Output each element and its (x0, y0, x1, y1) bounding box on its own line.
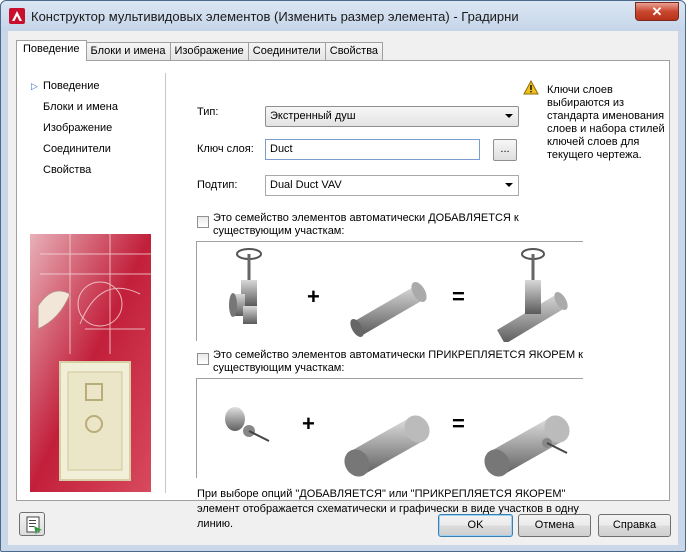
dialog-window: Конструктор мультивидовых элементов (Изм… (0, 0, 686, 552)
current-step-arrow-icon: ▷ (31, 81, 38, 91)
nav-item-label: Изображение (43, 122, 113, 134)
subtype-label: Подтип: (197, 179, 238, 191)
subtype-dropdown[interactable]: Dual Duct VAV (265, 175, 519, 196)
nav-item-image[interactable]: Изображение (31, 118, 118, 139)
chevron-down-icon (505, 114, 513, 118)
add-to-segments-label: Это семейство элементов автоматически ДО… (213, 212, 519, 237)
anchor-diagram: + = (225, 407, 570, 477)
type-dropdown-value: Экстренный душ (270, 110, 356, 122)
equals-sign: = (452, 284, 465, 309)
pipe-segment-icon (350, 282, 427, 338)
tab-image[interactable]: Изображение (169, 42, 249, 61)
tab-behavior[interactable]: Поведение (16, 40, 87, 61)
ok-button[interactable]: OK (438, 514, 513, 537)
nav-item-connectors[interactable]: Соединители (31, 139, 118, 160)
autocad-logo-icon (9, 8, 25, 24)
nav-item-label: Свойства (43, 164, 92, 176)
add-illustration-panel: + = (196, 241, 583, 344)
tab-panel: ▷ Поведение Блоки и имена Изображение Со… (16, 60, 670, 530)
sidebar-illustration (30, 234, 151, 492)
warning-icon (523, 80, 539, 95)
cancel-button[interactable]: Отмена (518, 514, 591, 537)
add-to-segments-checkbox[interactable] (197, 216, 209, 228)
plus-sign: + (307, 284, 320, 309)
anchor-to-segments-checkbox[interactable] (197, 353, 209, 365)
equals-sign: = (452, 411, 465, 436)
valve-add-diagram: + = (229, 248, 568, 344)
nav-item-properties[interactable]: Свойства (31, 160, 118, 181)
window-title: Конструктор мультивидовых элементов (Изм… (31, 9, 519, 24)
nav-item-label: Блоки и имена (43, 101, 118, 113)
damper-in-duct-icon (484, 415, 570, 477)
subtype-dropdown-value: Dual Duct VAV (270, 179, 342, 191)
layer-key-input[interactable]: Duct (265, 139, 480, 160)
plus-sign: + (302, 411, 315, 436)
anchor-illustration-panel: + = (196, 378, 583, 478)
help-button[interactable]: Справка (598, 514, 671, 537)
layer-key-value: Duct (270, 143, 293, 155)
chevron-down-icon (505, 183, 513, 187)
nav-item-blocks-names[interactable]: Блоки и имена (31, 97, 118, 118)
nav-item-label: Соединители (43, 143, 111, 155)
title-bar[interactable]: Конструктор мультивидовых элементов (Изм… (1, 1, 685, 31)
damper-icon (225, 407, 270, 442)
type-dropdown[interactable]: Экстренный душ (265, 106, 519, 127)
nav-item-label: Поведение (43, 80, 100, 92)
dialog-client: Поведение Блоки и имена Изображение Соед… (8, 31, 678, 545)
duct-segment-icon (344, 415, 430, 477)
type-label: Тип: (197, 106, 219, 118)
nav-item-behavior[interactable]: ▷ Поведение (31, 76, 118, 97)
help-document-icon (26, 516, 42, 535)
valve-on-pipe-icon (497, 248, 568, 344)
anchor-to-segments-label: Это семейство элементов автоматически ПР… (213, 349, 583, 374)
tab-blocks-names[interactable]: Блоки и имена (85, 42, 171, 61)
layer-key-info-text: Ключи слоев выбираются из стандарта имен… (547, 84, 665, 161)
valve-icon (229, 248, 262, 324)
tab-strip: Поведение Блоки и имена Изображение Соед… (16, 40, 384, 61)
close-button[interactable]: ✕ (635, 2, 679, 21)
panel-divider (165, 73, 166, 493)
help-context-button[interactable] (19, 512, 45, 536)
wizard-nav: ▷ Поведение Блоки и имена Изображение Со… (31, 76, 118, 181)
tab-connectors[interactable]: Соединители (247, 42, 326, 61)
tab-properties[interactable]: Свойства (324, 42, 384, 61)
layer-key-label: Ключ слоя: (197, 143, 254, 155)
browse-button[interactable]: ... (493, 139, 517, 161)
